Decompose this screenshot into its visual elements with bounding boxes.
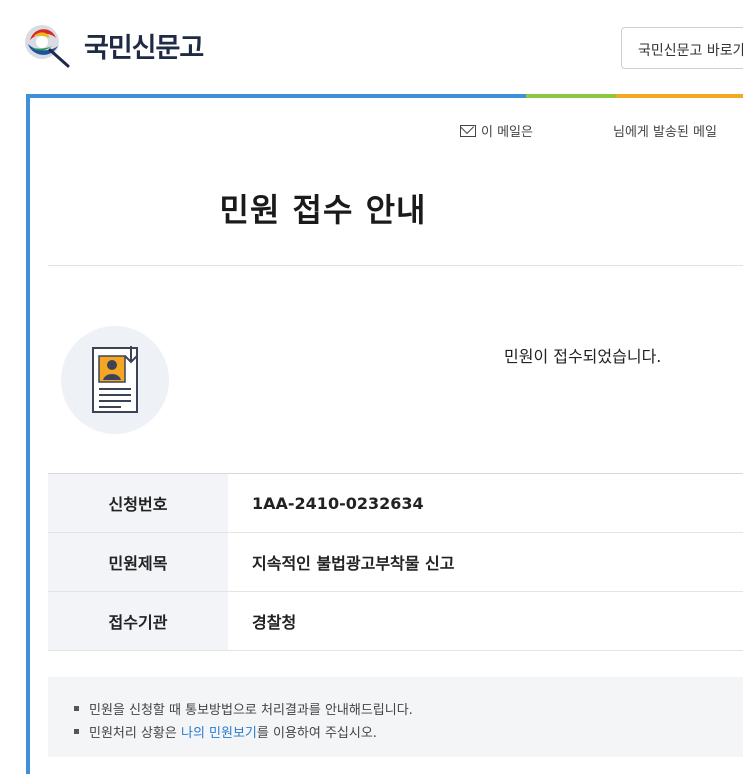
mail-notice-prefix: 이 메일은: [481, 125, 533, 140]
header: 국민신문고 국민신문고 바로가기: [0, 0, 743, 94]
logo-text: 국민신문고: [84, 32, 204, 64]
envelope-icon: [460, 125, 476, 137]
mail-notice-suffix: 님에게 발송된 메일: [612, 125, 717, 140]
row-label: 신청번호: [48, 474, 228, 532]
table-row: 접수기관 경찰청: [48, 592, 743, 651]
list-item: 민원처리 상황은 나의 민원보기를 이용하여 주십시오.: [74, 722, 413, 745]
logo-emblem-icon: [20, 18, 78, 72]
document-icon-circle: [61, 326, 169, 434]
row-label: 접수기관: [48, 592, 228, 650]
shortcut-button[interactable]: 국민신문고 바로가기: [621, 27, 743, 69]
complaint-info-table: 신청번호 1AA-2410-0232634 민원제목 지속적인 불법광고부착물 …: [48, 473, 743, 651]
row-value: 경찰청: [252, 613, 297, 632]
logo[interactable]: 국민신문고: [20, 18, 204, 72]
list-item: 민원을 신청할 때 통보방법으로 처리결과를 안내해드립니다.: [74, 699, 413, 722]
divider: [48, 265, 743, 266]
receipt-message: 민원이 접수되었습니다.: [504, 347, 662, 366]
table-row: 신청번호 1AA-2410-0232634: [48, 474, 743, 533]
table-row: 민원제목 지속적인 불법광고부착물 신고: [48, 533, 743, 592]
document-icon: [92, 346, 138, 413]
bullet-icon: [74, 729, 79, 734]
color-bar: [26, 94, 743, 98]
notes-box: 민원을 신청할 때 통보방법으로 처리결과를 안내해드립니다. 민원처리 상황은…: [48, 677, 743, 757]
bullet-icon: [74, 706, 79, 711]
my-complaints-link[interactable]: 나의 민원보기: [181, 726, 257, 741]
page-title: 민원 접수 안내: [219, 191, 427, 229]
mail-notice: 이 메일은 님에게 발송된 메일: [460, 121, 717, 140]
row-label: 민원제목: [48, 533, 228, 591]
row-value: 지속적인 불법광고부착물 신고: [252, 554, 455, 573]
row-value: 1AA-2410-0232634: [252, 493, 424, 513]
